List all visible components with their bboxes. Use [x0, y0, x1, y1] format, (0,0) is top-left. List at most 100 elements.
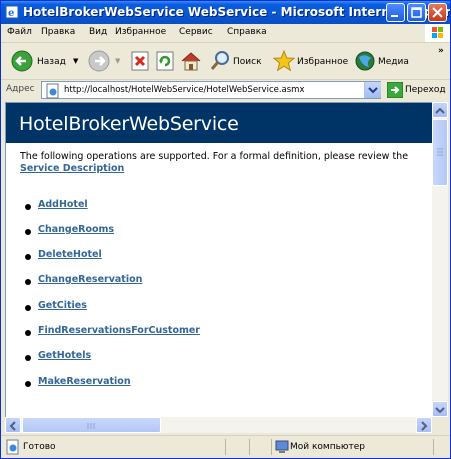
grip-icon: [87, 423, 95, 429]
favorites-label: Избранное: [297, 57, 349, 67]
operation-link[interactable]: MakeReservation: [38, 376, 131, 387]
minimize-button[interactable]: [386, 3, 405, 22]
refresh-button[interactable]: [154, 47, 176, 75]
vertical-scrollbar[interactable]: [432, 102, 448, 417]
maximize-icon: [411, 7, 422, 18]
vertical-scroll-thumb[interactable]: [432, 119, 448, 186]
operation-item: MakeReservation: [6, 376, 306, 392]
service-description-link[interactable]: Service Description: [20, 163, 124, 174]
windows-flag-icon: [432, 27, 443, 38]
chevron-left-icon: [9, 421, 16, 431]
operation-link[interactable]: GetHotels: [38, 350, 91, 361]
forward-arrow-icon: [88, 50, 110, 72]
menu-tools[interactable]: Сервис: [179, 27, 213, 37]
status-divider: [249, 439, 250, 455]
maximize-button[interactable]: [407, 3, 426, 22]
address-input[interactable]: http://localhost/HotelWebService/HotelWe…: [41, 81, 381, 99]
media-button[interactable]: Медиа: [353, 47, 417, 75]
bullet: [25, 254, 31, 260]
status-divider: [433, 439, 434, 455]
security-zone: Мой компьютер: [290, 442, 365, 452]
toolbar: Назад ▼ ▼ Поиск Избранное Медиа »: [1, 43, 450, 80]
operation-item: ChangeRooms: [6, 224, 306, 240]
minimize-icon: [391, 15, 398, 17]
svg-text:e: e: [8, 8, 14, 19]
operation-item: GetHotels: [6, 350, 306, 366]
chevron-right-icon: [421, 421, 428, 431]
scroll-up-button[interactable]: [432, 102, 448, 118]
go-label: Переход: [405, 85, 446, 95]
computer-icon: [275, 440, 289, 453]
title-bar[interactable]: e HotelBrokerWebService WebService - Mic…: [1, 1, 450, 24]
status-divider: [271, 439, 272, 455]
operation-link[interactable]: GetCities: [38, 300, 87, 311]
scroll-left-button[interactable]: [5, 417, 21, 433]
forward-button[interactable]: ▼: [85, 47, 125, 75]
operation-link[interactable]: AddHotel: [38, 199, 88, 210]
scroll-down-button[interactable]: [432, 401, 448, 417]
status-text: Готово: [23, 442, 56, 452]
address-label: Адрес: [6, 84, 35, 94]
bullet: [25, 355, 31, 361]
address-dropdown-button[interactable]: [364, 82, 381, 98]
stop-icon: [131, 51, 149, 71]
page-icon: [46, 83, 59, 99]
browser-window: e HotelBrokerWebService WebService - Mic…: [0, 0, 451, 459]
back-dropdown-icon[interactable]: ▼: [73, 57, 78, 65]
back-label: Назад: [37, 57, 66, 67]
search-icon: [210, 51, 229, 70]
favorites-star-icon: [272, 49, 296, 72]
operation-item: FindReservationsForCustomer: [6, 325, 306, 341]
menu-view[interactable]: Вид: [89, 27, 107, 37]
go-arrow-icon: [387, 82, 403, 98]
menu-help[interactable]: Справка: [227, 27, 267, 37]
scroll-right-button[interactable]: [416, 417, 432, 433]
windows-logo: [425, 24, 450, 42]
status-bar: Готово Мой компьютер: [1, 435, 450, 458]
chevron-down-icon: [435, 407, 445, 414]
bullet: [25, 229, 31, 235]
forward-dropdown-icon[interactable]: ▼: [115, 57, 120, 65]
menu-file[interactable]: Файл: [7, 27, 32, 37]
operation-item: DeleteHotel: [6, 249, 306, 265]
operation-link[interactable]: ChangeReservation: [38, 274, 142, 285]
page-icon: [6, 439, 19, 455]
operation-item: ChangeReservation: [6, 274, 306, 290]
back-arrow-icon: [11, 50, 33, 72]
refresh-icon: [156, 51, 174, 71]
address-url: http://localhost/HotelWebService/HotelWe…: [64, 85, 305, 95]
search-button[interactable]: Поиск: [209, 47, 267, 75]
operation-link[interactable]: FindReservationsForCustomer: [38, 325, 200, 336]
address-bar: Адрес http://localhost/HotelWebService/H…: [1, 80, 450, 101]
bullet: [25, 381, 31, 387]
grip-icon: [437, 148, 443, 156]
scrollbar-corner: [432, 417, 448, 433]
menu-edit[interactable]: Правка: [41, 27, 75, 37]
bullet: [25, 279, 31, 285]
menu-favorites[interactable]: Избранное: [115, 27, 166, 37]
ie-icon: e: [5, 5, 19, 19]
go-button[interactable]: Переход: [385, 82, 446, 99]
search-label: Поиск: [233, 57, 262, 67]
heading-band: HotelBrokerWebService: [6, 103, 433, 143]
bullet: [25, 204, 31, 210]
intro-text: The following operations are supported. …: [20, 151, 409, 162]
horizontal-scrollbar[interactable]: [5, 417, 432, 433]
toolbar-overflow-icon[interactable]: »: [438, 46, 444, 56]
home-button[interactable]: [179, 47, 203, 75]
back-button[interactable]: Назад ▼: [7, 47, 79, 75]
stop-button[interactable]: [129, 47, 151, 75]
media-icon: [355, 51, 375, 71]
operation-link[interactable]: ChangeRooms: [38, 224, 114, 235]
operation-item: AddHotel: [6, 199, 306, 215]
media-label: Медиа: [378, 57, 409, 67]
close-icon: [432, 7, 443, 18]
page-title: HotelBrokerWebService: [19, 113, 239, 135]
horizontal-scroll-thumb[interactable]: [22, 417, 161, 433]
favorites-button[interactable]: Избранное: [272, 47, 350, 75]
chevron-down-icon: [368, 87, 378, 94]
bullet: [25, 305, 31, 311]
operation-link[interactable]: DeleteHotel: [38, 249, 102, 260]
status-divider: [225, 439, 226, 455]
close-button[interactable]: [428, 3, 447, 22]
